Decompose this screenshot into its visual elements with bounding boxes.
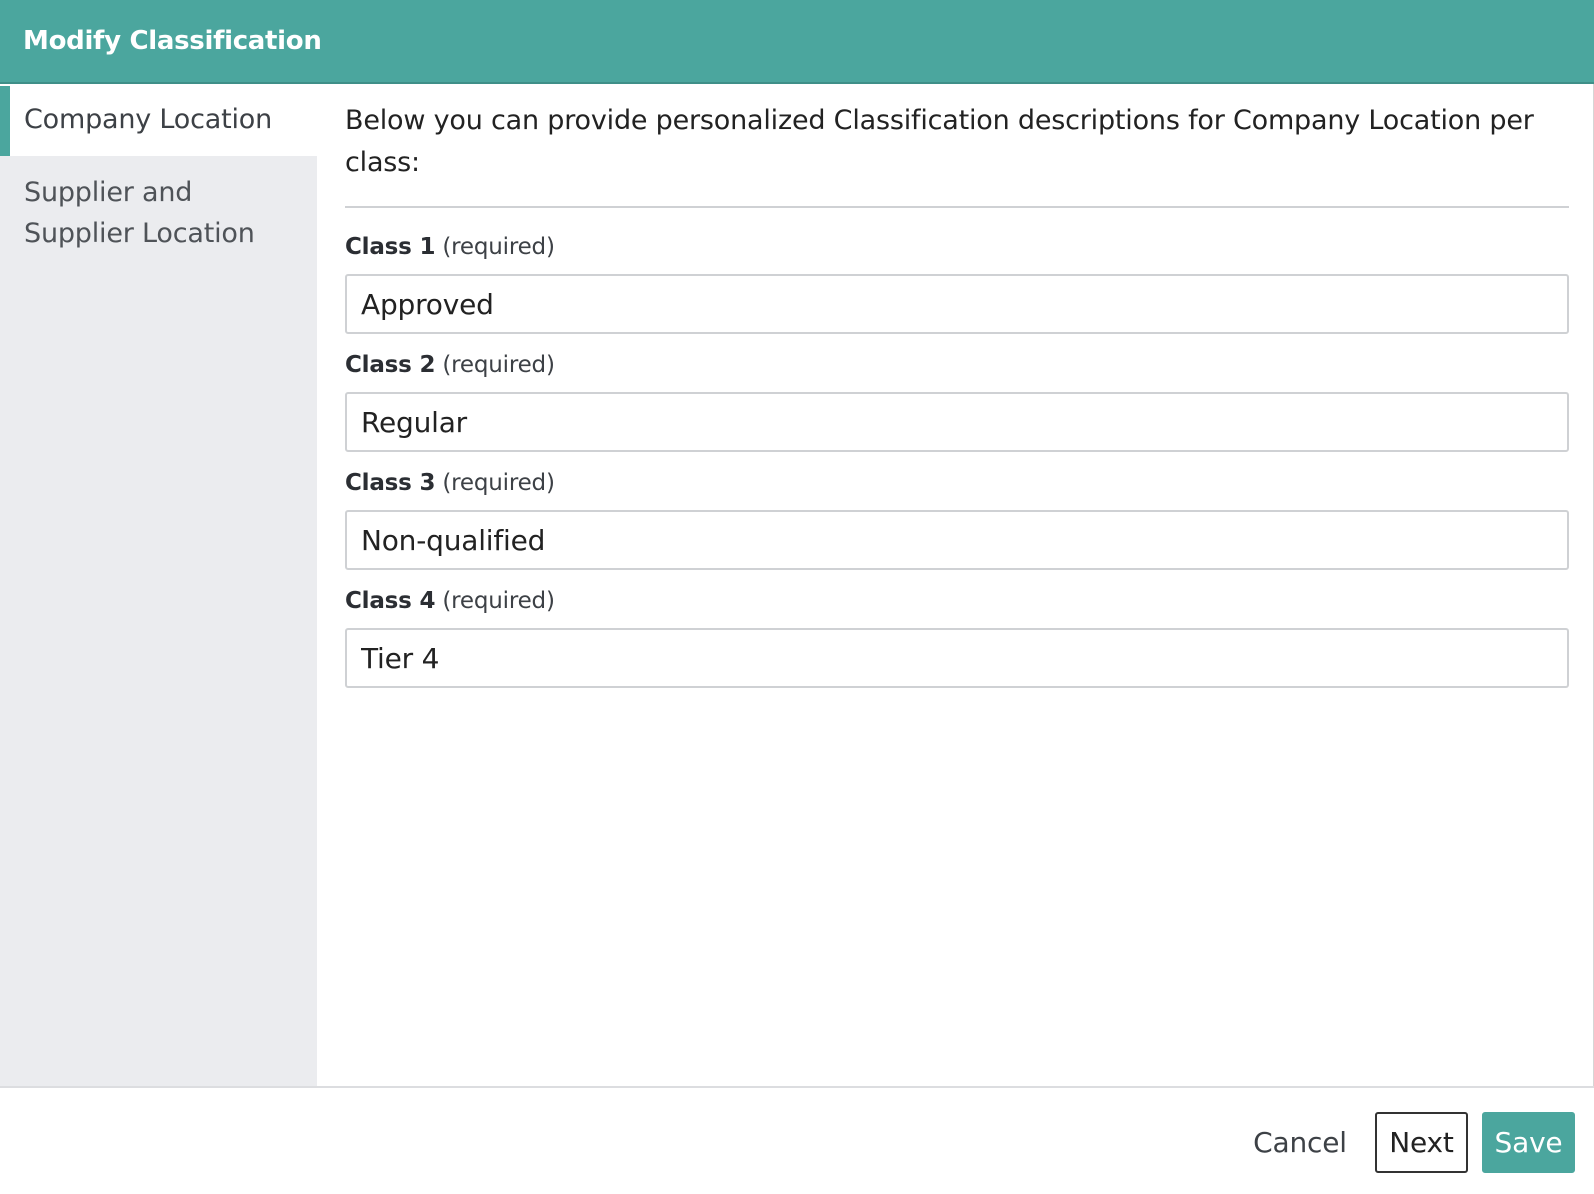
sidebar-item-label: Supplier and Supplier Location [24, 177, 255, 249]
class-2-field-group: Class 2 (required) [345, 350, 1569, 452]
class-1-required-note: (required) [442, 234, 555, 260]
sidebar-item-label: Company Location [24, 104, 273, 135]
cancel-button[interactable]: Cancel [1250, 1112, 1350, 1173]
class-1-input[interactable] [345, 274, 1569, 334]
class-3-name: Class 3 [345, 470, 436, 496]
class-3-required-note: (required) [442, 470, 555, 496]
sidebar-item-company-location[interactable]: Company Location [0, 86, 317, 156]
class-2-input[interactable] [345, 392, 1569, 452]
next-button[interactable]: Next [1375, 1112, 1468, 1173]
class-2-label: Class 2 (required) [345, 350, 1569, 380]
save-button[interactable]: Save [1482, 1112, 1575, 1173]
sidebar-item-supplier-location[interactable]: Supplier and Supplier Location [0, 156, 290, 270]
class-4-input[interactable] [345, 628, 1569, 688]
class-3-label: Class 3 (required) [345, 468, 1569, 498]
dialog-header: Modify Classification [0, 0, 1594, 84]
class-4-field-group: Class 4 (required) [345, 586, 1569, 688]
class-3-input[interactable] [345, 510, 1569, 570]
class-1-name: Class 1 [345, 234, 436, 260]
class-4-required-note: (required) [442, 588, 555, 614]
class-4-label: Class 4 (required) [345, 586, 1569, 616]
sidebar-nav: Company Location Supplier and Supplier L… [0, 86, 317, 1086]
class-4-name: Class 4 [345, 588, 436, 614]
main-content: Below you can provide personalized Class… [345, 86, 1569, 688]
class-3-field-group: Class 3 (required) [345, 468, 1569, 570]
dialog-title: Modify Classification [23, 26, 322, 56]
dialog-footer: Cancel Next Save [0, 1086, 1594, 1194]
class-1-label: Class 1 (required) [345, 232, 1569, 262]
class-2-name: Class 2 [345, 352, 436, 378]
class-1-field-group: Class 1 (required) [345, 232, 1569, 334]
modify-classification-dialog: Modify Classification Company Location S… [0, 0, 1594, 1194]
intro-text: Below you can provide personalized Class… [345, 86, 1569, 208]
class-2-required-note: (required) [442, 352, 555, 378]
